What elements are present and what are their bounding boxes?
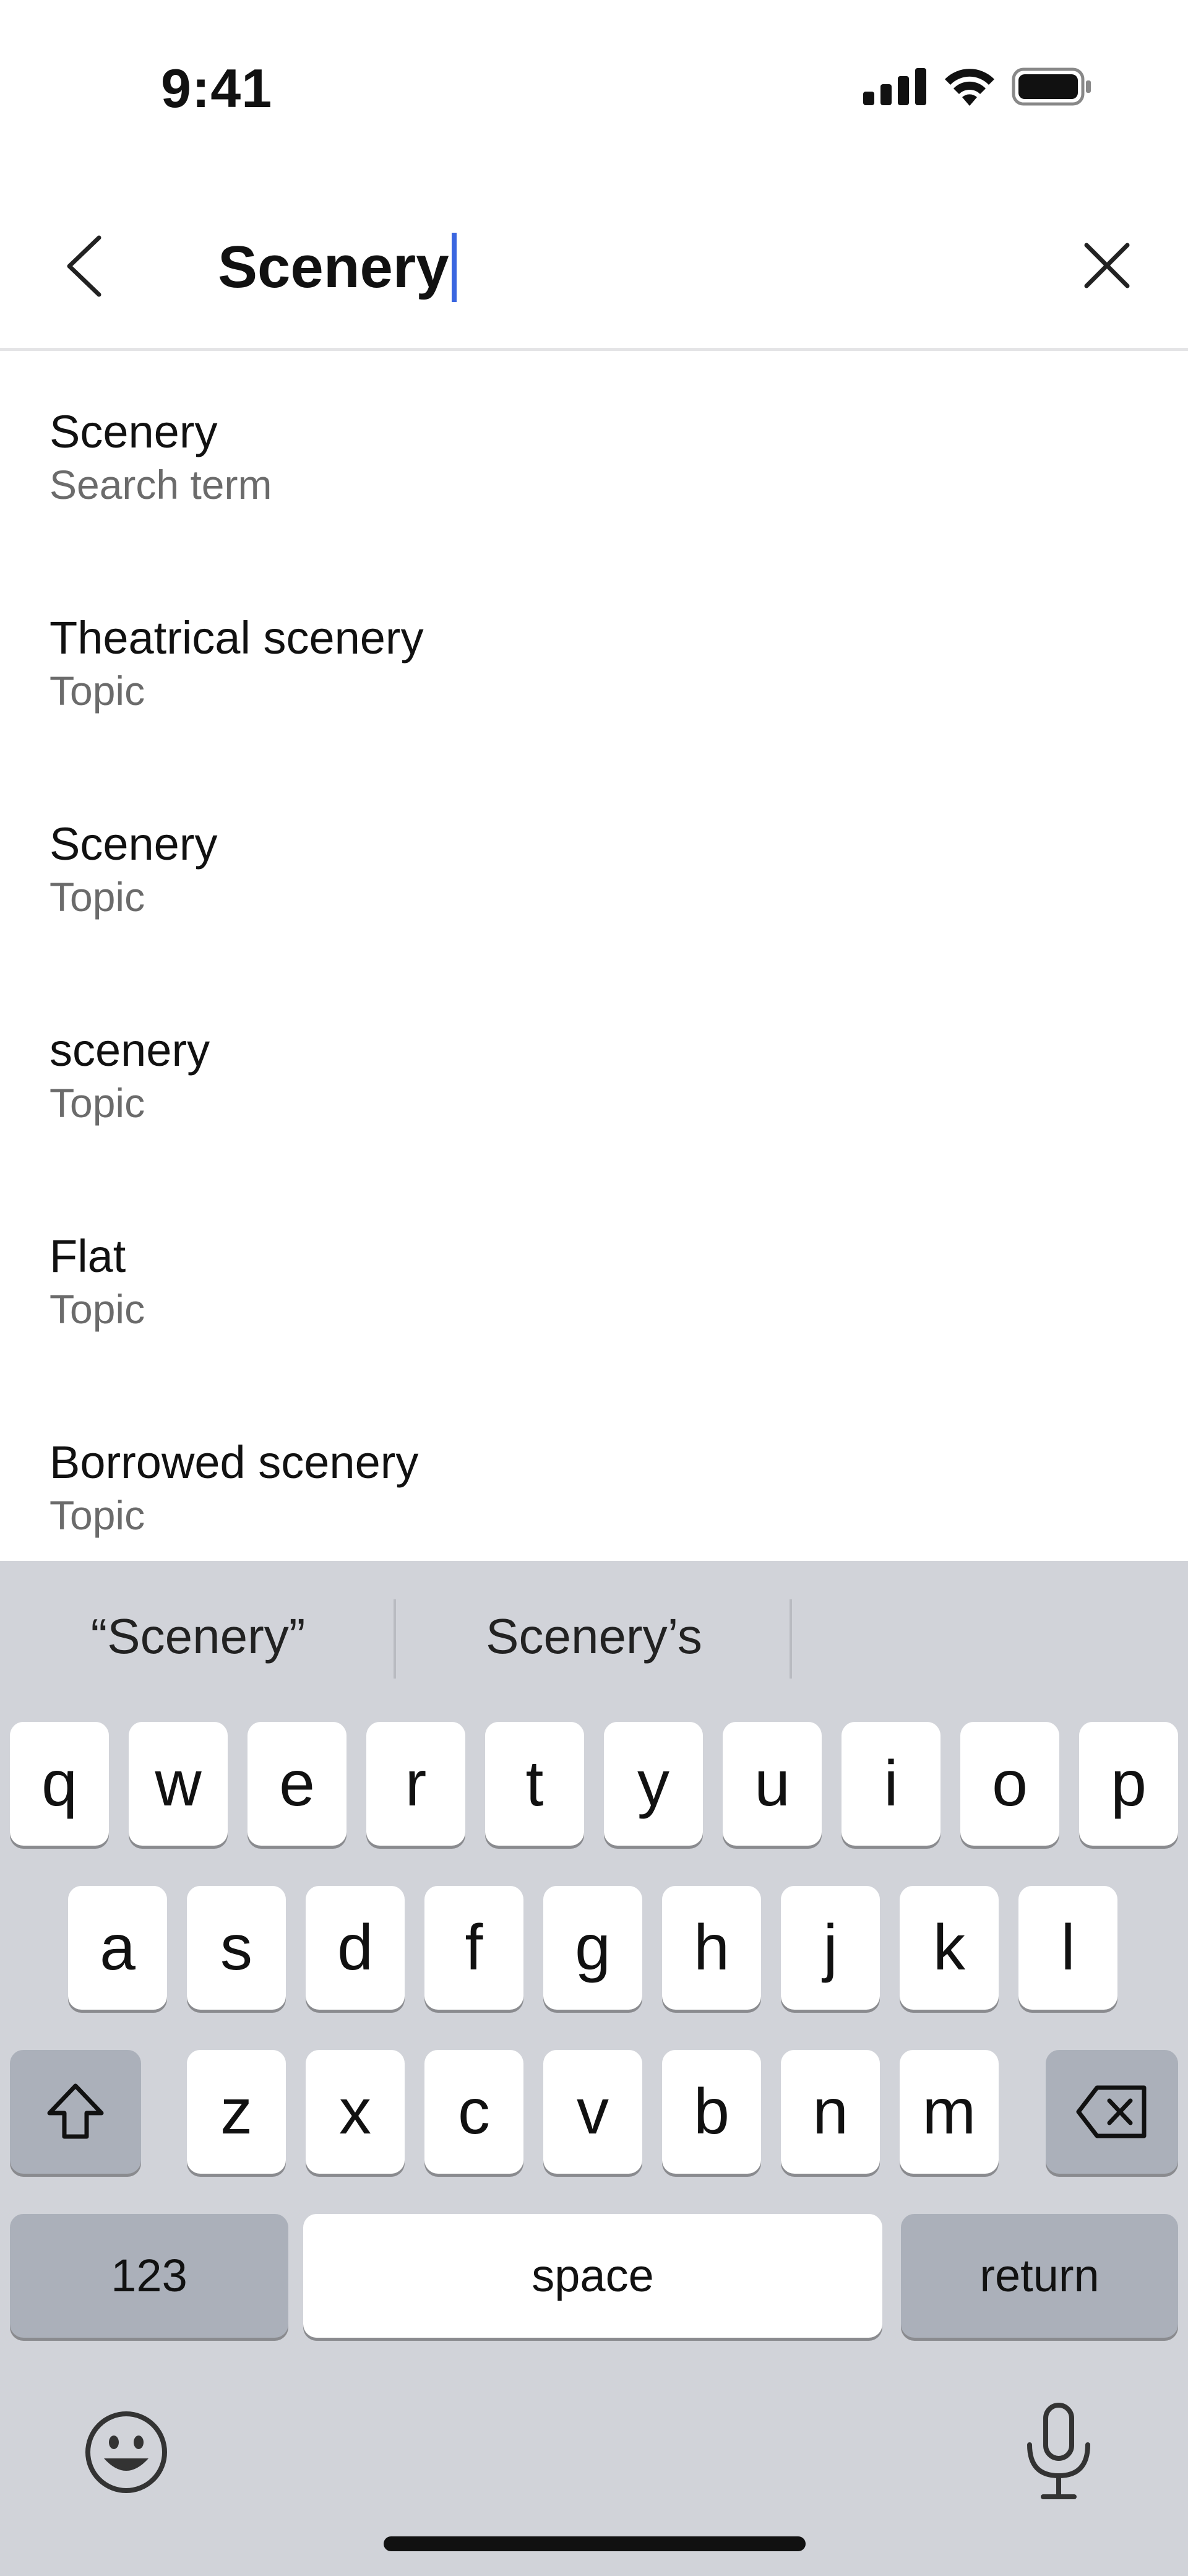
key-s[interactable]: s (187, 1886, 286, 2010)
chevron-left-icon (67, 235, 101, 297)
key-v[interactable]: v (543, 2050, 642, 2174)
result-title: Flat (50, 1230, 126, 1282)
key-g[interactable]: g (543, 1886, 642, 2010)
key-a[interactable]: a (68, 1886, 167, 2010)
space-key[interactable]: space (303, 2214, 882, 2338)
key-m[interactable]: m (900, 2050, 999, 2174)
key-l[interactable]: l (1018, 1886, 1117, 2010)
shift-arrow-icon (47, 2083, 104, 2139)
numbers-key[interactable]: 123 (10, 2214, 288, 2338)
key-q[interactable]: q (10, 1722, 109, 1846)
wifi-icon (945, 69, 994, 106)
key-e[interactable]: e (248, 1722, 346, 1846)
key-k[interactable]: k (900, 1886, 999, 2010)
status-bar: 9:41 (0, 0, 1188, 155)
result-subtitle: Topic (50, 1286, 145, 1332)
close-icon (1084, 243, 1130, 288)
result-title: Scenery (50, 406, 218, 457)
suggestion-2[interactable]: Scenery’s (421, 1593, 767, 1680)
result-subtitle: Topic (50, 874, 145, 920)
key-x[interactable]: x (306, 2050, 405, 2174)
key-j[interactable]: j (781, 1886, 880, 2010)
search-query-text: Scenery (218, 234, 449, 300)
key-f[interactable]: f (424, 1886, 523, 2010)
microphone-icon (1027, 2403, 1090, 2499)
text-caret (451, 233, 457, 302)
result-subtitle: Search term (50, 462, 272, 508)
list-item[interactable]: Borrowed scenery Topic (0, 1381, 1188, 1588)
key-d[interactable]: d (306, 1886, 405, 2010)
key-c[interactable]: c (424, 2050, 523, 2174)
home-indicator[interactable] (384, 2536, 806, 2551)
result-subtitle: Topic (50, 1080, 145, 1126)
key-b[interactable]: b (662, 2050, 761, 2174)
key-i[interactable]: i (842, 1722, 940, 1846)
list-item[interactable]: scenery Topic (0, 969, 1188, 1175)
key-n[interactable]: n (781, 2050, 880, 2174)
result-title: Theatrical scenery (50, 612, 424, 663)
emoji-icon (85, 2411, 167, 2493)
suggestion-divider (790, 1599, 792, 1679)
emoji-button[interactable] (83, 2409, 170, 2496)
cellular-signal-icon (863, 68, 926, 105)
key-h[interactable]: h (662, 1886, 761, 2010)
key-p[interactable]: p (1079, 1722, 1178, 1846)
key-z[interactable]: z (187, 2050, 286, 2174)
search-input[interactable]: Scenery (218, 224, 457, 311)
key-r[interactable]: r (366, 1722, 465, 1846)
search-results-list: Scenery Search term Theatrical scenery T… (0, 351, 1188, 1588)
keyboard: “Scenery” Scenery’s q w e r t y u i o p … (0, 1561, 1188, 2576)
return-key[interactable]: return (901, 2214, 1178, 2338)
backspace-key[interactable] (1046, 2050, 1178, 2174)
list-item[interactable]: Scenery Topic (0, 763, 1188, 969)
list-item[interactable]: Flat Topic (0, 1175, 1188, 1381)
backspace-icon (1076, 2085, 1147, 2138)
list-item[interactable]: Scenery Search term (0, 351, 1188, 557)
suggestion-1[interactable]: “Scenery” (25, 1593, 371, 1680)
result-title: scenery (50, 1024, 210, 1076)
list-item[interactable]: Theatrical scenery Topic (0, 557, 1188, 763)
key-y[interactable]: y (604, 1722, 703, 1846)
key-t[interactable]: t (485, 1722, 584, 1846)
key-u[interactable]: u (723, 1722, 822, 1846)
predictive-text-bar: “Scenery” Scenery’s (0, 1561, 1188, 1716)
status-time: 9:41 (161, 58, 273, 119)
result-subtitle: Topic (50, 1492, 145, 1538)
status-icons (863, 65, 1092, 108)
suggestion-divider (394, 1599, 396, 1679)
dictation-button[interactable] (1018, 2403, 1099, 2502)
search-header: Scenery (0, 186, 1188, 351)
result-title: Scenery (50, 818, 218, 870)
shift-key[interactable] (10, 2050, 141, 2174)
result-subtitle: Topic (50, 668, 145, 714)
clear-search-button[interactable] (1079, 238, 1135, 293)
back-button[interactable] (61, 229, 110, 303)
result-title: Borrowed scenery (50, 1437, 419, 1488)
battery-icon (1012, 67, 1091, 106)
key-w[interactable]: w (129, 1722, 228, 1846)
key-o[interactable]: o (960, 1722, 1059, 1846)
